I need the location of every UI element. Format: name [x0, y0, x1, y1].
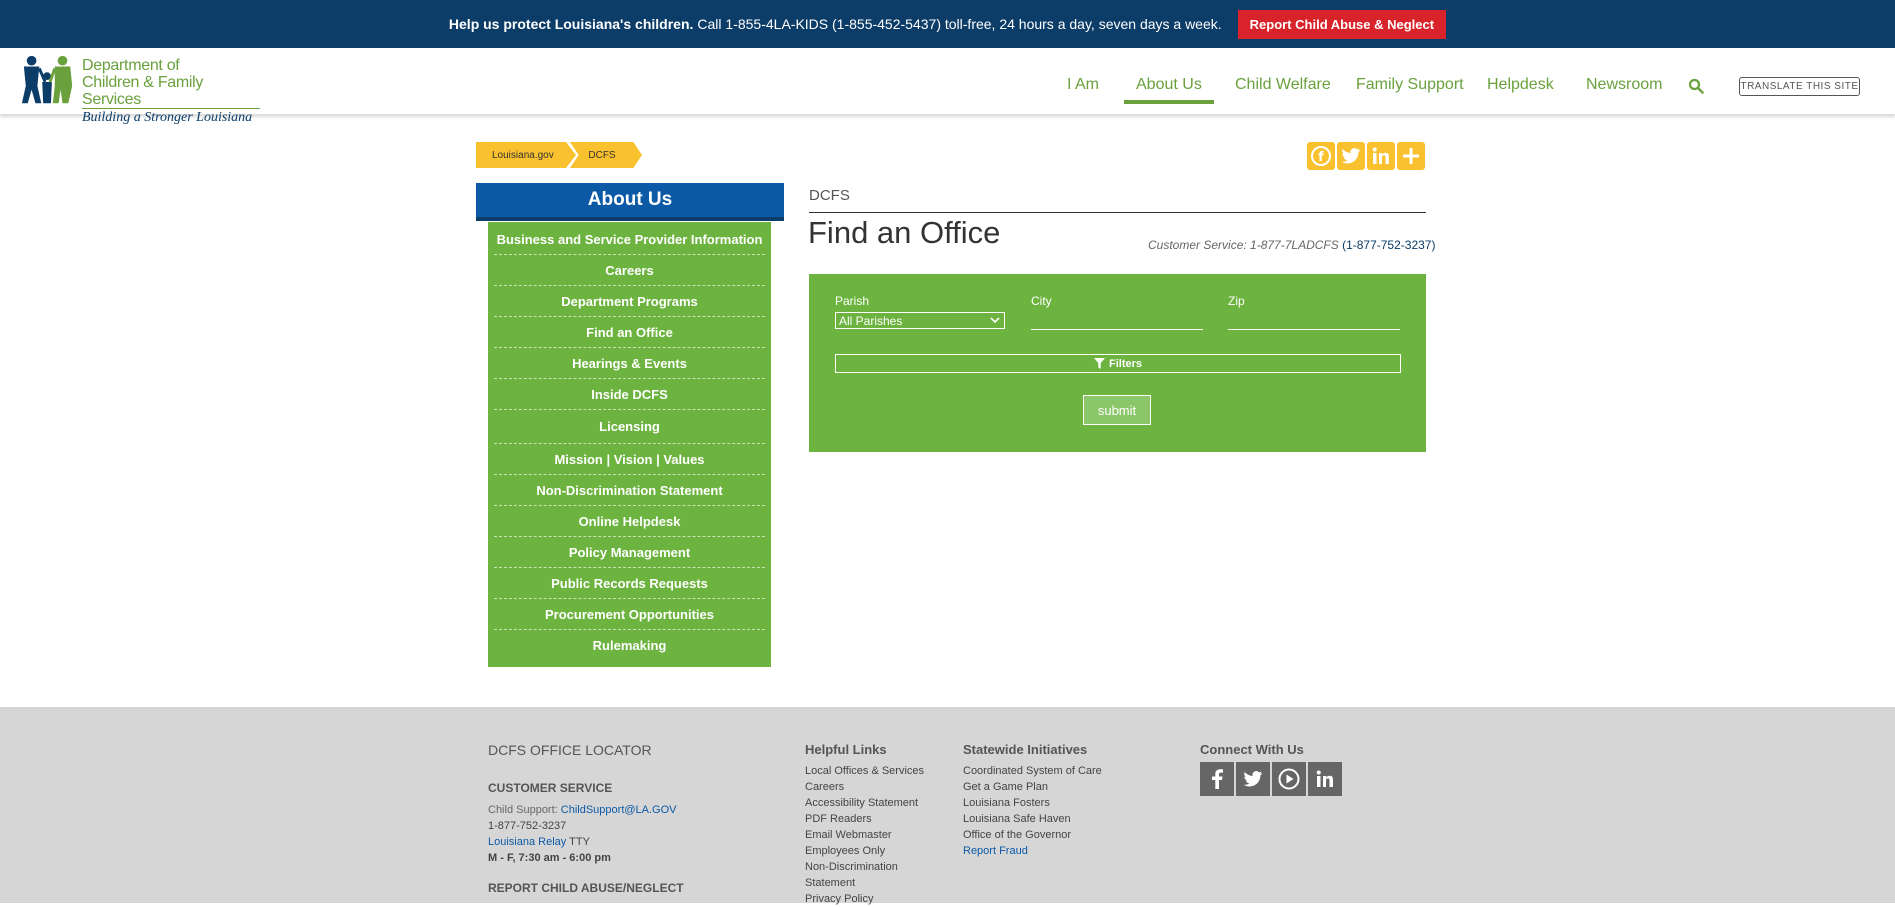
- footer-helpful-links: Local Offices & Services Careers Accessi…: [805, 763, 924, 907]
- sidebar-item-find-an-office[interactable]: Find an Office: [494, 317, 765, 348]
- family-logo-icon: [21, 55, 73, 104]
- section-label: DCFS: [809, 187, 850, 204]
- sidebar-title: About Us: [476, 183, 784, 221]
- footer-locator-title: DCFS OFFICE LOCATOR: [488, 742, 652, 758]
- footer-customer-service-heading: CUSTOMER SERVICE: [488, 781, 613, 795]
- footer-link-statement[interactable]: Statement: [805, 875, 924, 891]
- footer-helpful-heading: Helpful Links: [805, 742, 887, 757]
- linkedin-icon[interactable]: [1308, 762, 1342, 796]
- footer-link-coordinated-care[interactable]: Coordinated System of Care: [963, 763, 1102, 779]
- sidebar-menu: Business and Service Provider Informatio…: [488, 222, 771, 667]
- report-abuse-button[interactable]: Report Child Abuse & Neglect: [1237, 9, 1447, 39]
- footer-link-non-discrimination[interactable]: Non-Discrimination: [805, 859, 924, 875]
- customer-service-text: Customer Service: 1-877-7LADCFS: [1148, 238, 1339, 252]
- child-support-email-link[interactable]: ChildSupport@LA.GOV: [561, 804, 677, 816]
- footer-child-support: Child Support: ChildSupport@LA.GOV: [488, 802, 677, 818]
- sidebar-item-business-provider[interactable]: Business and Service Provider Informatio…: [494, 224, 765, 255]
- breadcrumb-louisiana-gov[interactable]: Louisiana.gov: [476, 142, 576, 168]
- relay-suffix: TTY: [569, 836, 590, 848]
- facebook-icon[interactable]: [1200, 762, 1234, 796]
- chevron-down-icon: [990, 315, 1000, 328]
- page-title: Find an Office: [808, 215, 1001, 250]
- office-finder-form: Parish All Parishes City Zip Filters sub…: [809, 274, 1426, 452]
- site-footer: DCFS OFFICE LOCATOR CUSTOMER SERVICE Chi…: [0, 707, 1895, 905]
- footer-link-governor[interactable]: Office of the Governor: [963, 827, 1102, 843]
- sidebar-item-procurement[interactable]: Procurement Opportunities: [494, 599, 765, 630]
- footer-link-report-fraud[interactable]: Report Fraud: [963, 843, 1102, 859]
- sidebar-item-policy-management[interactable]: Policy Management: [494, 537, 765, 568]
- sidebar-item-mission-vision-values[interactable]: Mission | Vision | Values: [494, 444, 765, 475]
- logo-line-1: Department of: [81, 57, 180, 74]
- footer-link-game-plan[interactable]: Get a Game Plan: [963, 779, 1102, 795]
- sidebar-item-online-helpdesk[interactable]: Online Helpdesk: [494, 506, 765, 537]
- nav-item-about-us[interactable]: About Us: [1124, 76, 1214, 104]
- sidebar-item-non-discrimination[interactable]: Non-Discrimination Statement: [494, 475, 765, 506]
- sidebar-item-department-programs[interactable]: Department Programs: [494, 286, 765, 317]
- city-label: City: [1031, 294, 1052, 308]
- footer-link-safe-haven[interactable]: Louisiana Safe Haven: [963, 811, 1102, 827]
- footer-hours: M - F, 7:30 am - 6:00 pm: [488, 852, 611, 864]
- facebook-icon[interactable]: f: [1307, 142, 1335, 170]
- nav-item-i-am[interactable]: I Am: [1067, 76, 1099, 94]
- footer-link-accessibility[interactable]: Accessibility Statement: [805, 795, 924, 811]
- svg-text:f: f: [1318, 150, 1324, 165]
- sidebar-item-careers[interactable]: Careers: [494, 255, 765, 286]
- sidebar-item-rulemaking[interactable]: Rulemaking: [494, 630, 765, 661]
- parish-select[interactable]: All Parishes: [835, 312, 1005, 329]
- nav-item-family-support[interactable]: Family Support: [1356, 76, 1464, 94]
- alert-bar: Help us protect Louisiana's children. Ca…: [0, 0, 1895, 48]
- alert-text: Call 1-855-4LA-KIDS (1-855-452-5437) tol…: [697, 16, 1222, 32]
- logo-text: Department of Children & Family Services…: [81, 52, 260, 125]
- parish-select-value: All Parishes: [839, 313, 903, 328]
- plus-icon[interactable]: [1397, 142, 1425, 170]
- footer-statewide-links: Coordinated System of Care Get a Game Pl…: [963, 763, 1102, 859]
- zip-label: Zip: [1228, 294, 1245, 308]
- filters-label: Filters: [1108, 357, 1142, 370]
- footer-link-careers[interactable]: Careers: [805, 779, 924, 795]
- logo-tagline: Building a Stronger Louisiana: [81, 108, 260, 127]
- logo-line-2: Children & Family Services: [81, 74, 204, 108]
- footer-report-heading: REPORT CHILD ABUSE/NEGLECT: [488, 881, 684, 895]
- youtube-icon[interactable]: [1272, 762, 1306, 796]
- parish-label: Parish: [835, 294, 870, 308]
- zip-input[interactable]: [1228, 329, 1400, 330]
- footer-social-icons: [1200, 762, 1342, 796]
- nav-item-helpdesk[interactable]: Helpdesk: [1487, 76, 1554, 94]
- footer-statewide-heading: Statewide Initiatives: [963, 742, 1088, 757]
- footer-link-privacy[interactable]: Privacy Policy: [805, 891, 924, 907]
- child-support-label: Child Support:: [488, 804, 558, 816]
- footer-phone: 1-877-752-3237: [488, 820, 567, 832]
- submit-button[interactable]: submit: [1083, 395, 1151, 425]
- share-bar: f: [1307, 142, 1425, 170]
- filters-button[interactable]: Filters: [835, 354, 1401, 373]
- breadcrumb-dcfs[interactable]: DCFS: [570, 142, 642, 168]
- nav-item-child-welfare[interactable]: Child Welfare: [1235, 76, 1331, 94]
- city-input[interactable]: [1031, 329, 1203, 330]
- filter-icon: [1093, 358, 1105, 369]
- louisiana-relay-link[interactable]: Louisiana Relay: [488, 836, 566, 848]
- sidebar-item-hearings-events[interactable]: Hearings & Events: [494, 348, 765, 379]
- sidebar-item-inside-dcfs[interactable]: Inside DCFS: [494, 379, 765, 410]
- customer-service-number[interactable]: (1-877-752-3237): [1342, 238, 1435, 252]
- title-divider: [809, 212, 1426, 213]
- translate-button[interactable]: TRANSLATE THIS SITE: [1739, 77, 1860, 96]
- footer-link-louisiana-fosters[interactable]: Louisiana Fosters: [963, 795, 1102, 811]
- footer-link-employees-only[interactable]: Employees Only: [805, 843, 924, 859]
- footer-relay: Louisiana Relay TTY: [488, 834, 590, 850]
- alert-bold-text: Help us protect Louisiana's children.: [448, 16, 694, 32]
- twitter-icon[interactable]: [1337, 142, 1365, 170]
- customer-service-line: Customer Service: 1-877-7LADCFS (1-877-7…: [1148, 238, 1435, 252]
- search-icon[interactable]: [1688, 78, 1704, 94]
- footer-link-local-offices[interactable]: Local Offices & Services: [805, 763, 924, 779]
- footer-link-pdf-readers[interactable]: PDF Readers: [805, 811, 924, 827]
- footer-link-email-webmaster[interactable]: Email Webmaster: [805, 827, 924, 843]
- dcfs-logo[interactable]: Department of Children & Family Services…: [20, 52, 260, 125]
- nav-item-newsroom[interactable]: Newsroom: [1586, 76, 1662, 94]
- twitter-icon[interactable]: [1236, 762, 1270, 796]
- sidebar-item-public-records[interactable]: Public Records Requests: [494, 568, 765, 599]
- footer-connect-heading: Connect With Us: [1200, 742, 1304, 757]
- sidebar-item-licensing[interactable]: Licensing: [494, 410, 765, 444]
- linkedin-icon[interactable]: [1367, 142, 1395, 170]
